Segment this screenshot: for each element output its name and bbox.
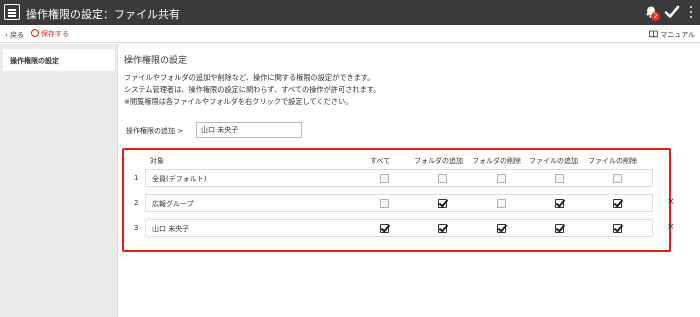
description-line: ファイルやフォルダの追加や削除など、操作に関する権限の設定ができます。 <box>124 73 375 82</box>
table-row: 全員(デフォルト) <box>145 169 653 187</box>
column-header-folder-delete: フォルダの削除 <box>472 157 521 165</box>
column-header-target: 対象 <box>150 157 164 165</box>
column-header-folder-add: フォルダの追加 <box>414 157 463 165</box>
manual-button[interactable]: マニュアル <box>649 30 695 40</box>
remove-row-icon[interactable]: × <box>667 222 675 232</box>
check-icon[interactable] <box>664 4 680 20</box>
notification-badge: 2 <box>651 12 660 21</box>
row-number: 1 <box>134 174 139 182</box>
checkbox-all[interactable] <box>380 224 389 233</box>
add-permission-input[interactable] <box>196 122 302 138</box>
sidebar-item-permissions[interactable]: 操作権限の設定 <box>3 49 115 71</box>
checkbox-file-delete[interactable] <box>613 224 622 233</box>
book-icon <box>649 30 658 38</box>
row-number: 3 <box>134 224 139 232</box>
checkbox-folder-add[interactable] <box>438 224 447 233</box>
save-label: 保存する <box>41 30 69 38</box>
checkbox-file-add[interactable] <box>555 224 564 233</box>
circle-icon <box>31 29 39 37</box>
column-header-file-delete: ファイルの削除 <box>588 157 637 165</box>
sidebar: 操作権限の設定 <box>0 44 118 317</box>
add-permission-label: 操作権限の追加 > <box>126 127 184 135</box>
table-row: 山口 未央子 × <box>145 219 675 237</box>
chevron-left-icon: ‹ <box>5 31 8 39</box>
action-bar: ‹ 戻る 保存する マニュアル <box>0 25 700 43</box>
checkbox-folder-add[interactable] <box>438 199 447 208</box>
main-content: 操作権限の設定 ファイルやフォルダの追加や削除など、操作に関する権限の設定ができ… <box>118 44 700 317</box>
page-title: 操作権限の設定：ファイル共有 <box>26 8 180 21</box>
table-row: 広報グループ × <box>145 194 675 212</box>
permissions-table: 対象 すべて フォルダの追加 フォルダの削除 ファイルの追加 ファイルの削除 1… <box>122 148 675 252</box>
column-header-all: すべて <box>370 157 391 165</box>
checkbox-file-add[interactable] <box>555 174 564 183</box>
remove-row-icon[interactable]: × <box>667 197 675 207</box>
checkbox-folder-add[interactable] <box>438 174 447 183</box>
description-line: ※閲覧権限は各ファイルやフォルダを右クリックで設定してください。 <box>124 97 353 106</box>
checkbox-all[interactable] <box>380 174 389 183</box>
checkbox-folder-delete[interactable] <box>497 199 506 208</box>
manual-label: マニュアル <box>660 31 696 39</box>
column-header-file-add: ファイルの追加 <box>529 157 578 165</box>
row-target-name: 山口 未央子 <box>152 225 190 233</box>
save-button[interactable]: 保存する <box>31 29 69 39</box>
checkbox-folder-delete[interactable] <box>497 224 506 233</box>
kebab-icon[interactable] <box>688 4 694 20</box>
section-title: 操作権限の設定 <box>124 56 188 66</box>
description-line: システム管理者は、操作権限の設定に関わらず、すべての操作が許可されます。 <box>124 85 381 94</box>
row-target-name: 広報グループ <box>152 200 194 208</box>
checkbox-file-delete[interactable] <box>613 199 622 208</box>
row-target-name: 全員(デフォルト) <box>152 175 207 183</box>
back-label: 戻る <box>10 31 25 39</box>
checkbox-file-delete[interactable] <box>613 174 622 183</box>
back-button[interactable]: ‹ 戻る <box>5 30 24 40</box>
menu-icon[interactable] <box>4 4 20 20</box>
top-bar: 操作権限の設定：ファイル共有 2 <box>0 0 700 25</box>
row-number: 2 <box>134 199 139 207</box>
checkbox-folder-delete[interactable] <box>497 174 506 183</box>
checkbox-all[interactable] <box>380 199 389 208</box>
checkbox-file-add[interactable] <box>555 199 564 208</box>
